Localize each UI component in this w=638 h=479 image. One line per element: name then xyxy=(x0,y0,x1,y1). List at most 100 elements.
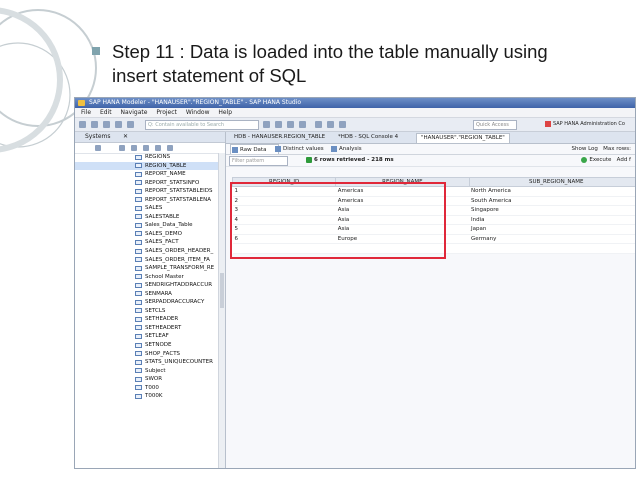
tree-item[interactable]: SENMARA xyxy=(75,290,219,299)
tab-region-table-content[interactable]: "HANAUSER"."REGION_TABLE" xyxy=(416,133,510,143)
tree-item[interactable]: SETNODE xyxy=(75,341,219,350)
menu-navigate[interactable]: Navigate xyxy=(121,109,148,116)
tree-item[interactable]: SALES xyxy=(75,204,219,213)
tree-item[interactable]: SETCLS xyxy=(75,307,219,316)
tree-item[interactable]: SALES_ORDER_ITEM_FA xyxy=(75,256,219,265)
table-cell[interactable]: Americas xyxy=(335,196,470,206)
tab-raw-data[interactable]: Raw Data xyxy=(230,144,279,154)
table-row[interactable]: 4 Asia India xyxy=(232,215,635,225)
col-region-id[interactable]: REGION_ID xyxy=(231,177,337,187)
tree-item-label: Sales_Data_Table xyxy=(145,222,193,229)
table-cell[interactable]: Asia xyxy=(335,224,470,235)
back-arrow-icon[interactable] xyxy=(315,121,322,128)
search-icon[interactable] xyxy=(299,121,306,128)
tree-item[interactable]: SALES_FACT xyxy=(75,238,219,247)
table-cell[interactable]: Singapore xyxy=(469,205,635,216)
table-cell[interactable]: Germany xyxy=(469,234,635,244)
add-filter-button[interactable]: Add f xyxy=(617,157,631,163)
table-row[interactable]: 5 Asia Japan xyxy=(232,224,635,235)
tab-analysis[interactable]: Analysis xyxy=(330,144,362,154)
table-row[interactable]: 2 Americas South America xyxy=(232,196,635,206)
show-log-link[interactable]: Show Log xyxy=(571,146,597,152)
col-region-name[interactable]: REGION_NAME xyxy=(335,177,470,187)
systems-tab[interactable]: Systems ✕ xyxy=(75,132,225,143)
menu-project[interactable]: Project xyxy=(156,109,177,116)
table-row[interactable]: 1 Americas North America xyxy=(232,186,635,197)
tree-item[interactable]: REGIONS xyxy=(75,153,219,162)
menu-file[interactable]: File xyxy=(81,109,91,116)
tree-item[interactable]: SALESTABLE xyxy=(75,213,219,222)
tab-distinct-values[interactable]: Distinct values xyxy=(274,144,324,154)
perspective-switch[interactable]: SAP HANA Administration Co xyxy=(545,120,625,128)
menu-window[interactable]: Window xyxy=(186,109,210,116)
refresh-icon[interactable] xyxy=(127,121,134,128)
tree-item[interactable]: SALES_DEMO xyxy=(75,230,219,239)
table-cell[interactable]: 6 xyxy=(232,234,336,244)
tree-item[interactable]: SAMPLE_TRANSFORM_RE xyxy=(75,264,219,273)
close-icon[interactable]: ✕ xyxy=(123,132,128,142)
filter-icon[interactable] xyxy=(131,145,137,151)
tree-item[interactable]: REPORT_STATSTABLEIDS xyxy=(75,187,219,196)
execute-button[interactable]: Execute xyxy=(581,156,611,163)
tree-item[interactable]: School Master xyxy=(75,273,219,282)
tree-item[interactable]: REPORT_STATSTABLENA xyxy=(75,196,219,205)
scrollbar-thumb[interactable] xyxy=(220,273,224,308)
table-cell[interactable]: 5 xyxy=(232,224,336,235)
tree-item[interactable]: T000 xyxy=(75,384,219,393)
tree-item[interactable]: SERPADDRACCURACY xyxy=(75,298,219,307)
link-icon[interactable] xyxy=(155,145,161,151)
table-cell[interactable]: 4 xyxy=(232,215,336,225)
col-sub-region-name[interactable]: SUB_REGION_NAME xyxy=(468,177,635,187)
tree-item[interactable]: SALES_ORDER_HEADER_ xyxy=(75,247,219,256)
menu-icon[interactable] xyxy=(167,145,173,151)
tree-item[interactable]: Subject xyxy=(75,367,219,376)
table-cell[interactable]: Asia xyxy=(335,205,470,216)
forward-arrow-icon[interactable] xyxy=(327,121,334,128)
table-cell[interactable]: India xyxy=(469,215,635,225)
tree-item[interactable]: REPORT_NAME xyxy=(75,170,219,179)
tree-item[interactable]: REGION_TABLE xyxy=(75,161,219,171)
open-icon[interactable] xyxy=(115,121,122,128)
debug-icon[interactable] xyxy=(275,121,282,128)
tree-item[interactable]: REPORT_STATSINFO xyxy=(75,179,219,188)
next-icon[interactable] xyxy=(339,121,346,128)
tree-item[interactable]: STATS_UNIQUECOUNTER xyxy=(75,358,219,367)
save-icon[interactable] xyxy=(91,121,98,128)
table-row[interactable]: 6 Europe Germany xyxy=(232,234,635,244)
tree-scrollbar[interactable] xyxy=(218,153,225,468)
navigate-icon[interactable] xyxy=(263,121,270,128)
collapse-icon[interactable] xyxy=(95,145,101,151)
table-cell[interactable]: 2 xyxy=(232,196,336,206)
filter-pattern-input[interactable]: Filter pattern xyxy=(229,156,288,166)
tree-item[interactable]: Sales_Data_Table xyxy=(75,221,219,230)
add-system-icon[interactable] xyxy=(119,145,125,151)
table-cell[interactable]: Americas xyxy=(335,186,470,197)
table-row[interactable]: 3 Asia Singapore xyxy=(232,205,635,216)
tab-sql-console[interactable]: *HDB - SQL Console 4 xyxy=(334,133,402,142)
table-cell[interactable]: 1 xyxy=(232,186,336,197)
tree-item[interactable]: SWOR xyxy=(75,375,219,384)
table-cell[interactable]: 3 xyxy=(232,205,336,216)
table-cell[interactable]: Asia xyxy=(335,215,470,225)
tree-item[interactable]: T000K xyxy=(75,392,219,401)
toolbar-search-input[interactable]: Q: Contain available to Search xyxy=(145,120,259,130)
menu-help[interactable]: Help xyxy=(218,109,232,116)
table-cell[interactable]: Europe xyxy=(335,234,470,244)
tree-item[interactable]: SENDRIGHTADDRACCUR xyxy=(75,281,219,290)
tree-item[interactable]: SHOP_FACTS xyxy=(75,350,219,359)
pin-icon[interactable] xyxy=(287,121,294,128)
show-log-area: Show Log Max rows: xyxy=(571,144,631,154)
quick-access-input[interactable]: Quick Access xyxy=(473,120,517,130)
menu-edit[interactable]: Edit xyxy=(100,109,112,116)
print-icon[interactable] xyxy=(103,121,110,128)
tree-item[interactable]: SETLEAF xyxy=(75,332,219,341)
table-cell[interactable]: Japan xyxy=(469,224,635,235)
table-cell[interactable]: North America xyxy=(469,186,635,197)
tab-region-table-definition[interactable]: HDB - HANAUSER.REGION_TABLE xyxy=(230,133,329,142)
tree-item[interactable]: SETHEADER xyxy=(75,315,219,324)
settings-icon[interactable] xyxy=(143,145,149,151)
table-cell[interactable]: South America xyxy=(469,196,635,206)
tree-item[interactable]: SETHEADERT xyxy=(75,324,219,333)
new-icon[interactable] xyxy=(79,121,86,128)
table-icon xyxy=(135,188,142,194)
